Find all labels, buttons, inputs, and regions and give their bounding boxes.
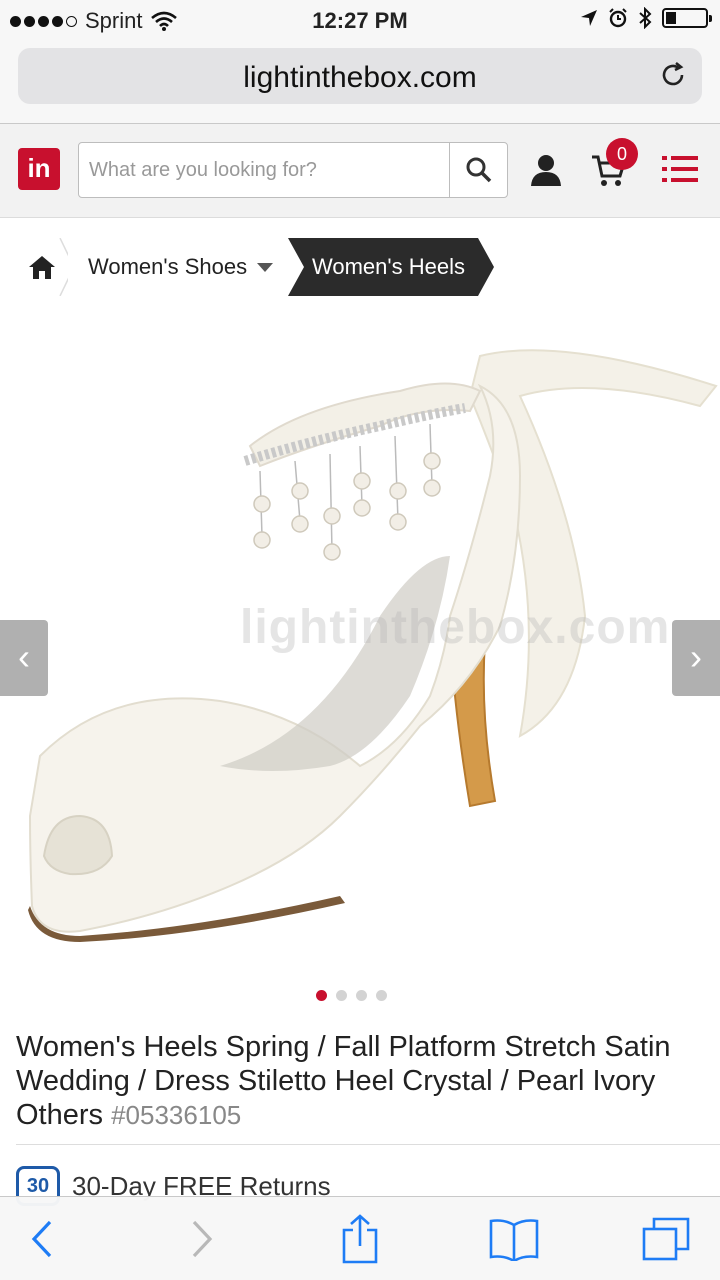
search-box (78, 142, 508, 198)
breadcrumb-label: Women's Shoes (88, 254, 248, 279)
status-right (580, 7, 712, 29)
divider (16, 1144, 720, 1145)
search-button[interactable] (449, 143, 507, 197)
pagination-dot[interactable] (356, 990, 367, 1001)
forward-arrow-icon (192, 1220, 213, 1258)
product-title: Women's Heels Spring / Fall Platform Str… (16, 1030, 706, 1132)
address-bar[interactable]: lightinthebox.com (18, 48, 702, 104)
home-icon (29, 256, 55, 279)
tabs-button[interactable] (636, 1211, 696, 1267)
book-icon (489, 1219, 539, 1261)
breadcrumb-home[interactable] (16, 238, 75, 296)
browser-toolbar (0, 1196, 720, 1280)
location-arrow-icon (581, 10, 597, 26)
search-input[interactable] (79, 143, 451, 197)
pagination-dot-active[interactable] (316, 990, 327, 1001)
share-button[interactable] (330, 1211, 390, 1267)
back-button[interactable] (12, 1211, 72, 1267)
status-bar: Sprint 12:27 PM (0, 0, 720, 40)
gallery-prev-button[interactable]: ‹ (0, 620, 48, 696)
alarm-icon (609, 8, 627, 28)
breadcrumb-womens-shoes[interactable]: Women's Shoes (68, 238, 300, 296)
reload-icon[interactable] (658, 60, 688, 90)
site-logo[interactable]: in (18, 148, 60, 190)
ankle-strap (248, 382, 482, 468)
product-image-gallery[interactable]: lightinthebox.com ‹ › (0, 296, 720, 984)
battery-icon (662, 8, 712, 28)
pagination-dot[interactable] (336, 990, 347, 1001)
gallery-pagination (316, 990, 387, 1001)
menu-icon[interactable] (662, 154, 698, 184)
tabs-icon (642, 1217, 690, 1261)
bluetooth-icon (639, 7, 652, 29)
url-text[interactable]: lightinthebox.com (18, 61, 702, 95)
account-icon[interactable] (528, 152, 564, 188)
breadcrumb: Women's Shoes Women's Heels (16, 238, 494, 296)
forward-button[interactable] (172, 1211, 232, 1267)
chevron-down-icon[interactable] (257, 262, 274, 272)
search-icon (466, 157, 491, 183)
product-code: #05336105 (111, 1100, 242, 1130)
cart-count-badge: 0 (606, 138, 638, 170)
bookmarks-button[interactable] (484, 1211, 544, 1267)
site-header: in 0 (0, 124, 720, 218)
browser-address-area: lightinthebox.com (0, 40, 720, 124)
back-arrow-icon (31, 1220, 52, 1258)
share-icon (342, 1214, 378, 1264)
gallery-next-button[interactable]: › (672, 620, 720, 696)
breadcrumb-label: Women's Heels (312, 254, 465, 279)
image-watermark: lightinthebox.com (240, 601, 671, 654)
pagination-dot[interactable] (376, 990, 387, 1001)
breadcrumb-womens-heels[interactable]: Women's Heels (288, 238, 494, 296)
